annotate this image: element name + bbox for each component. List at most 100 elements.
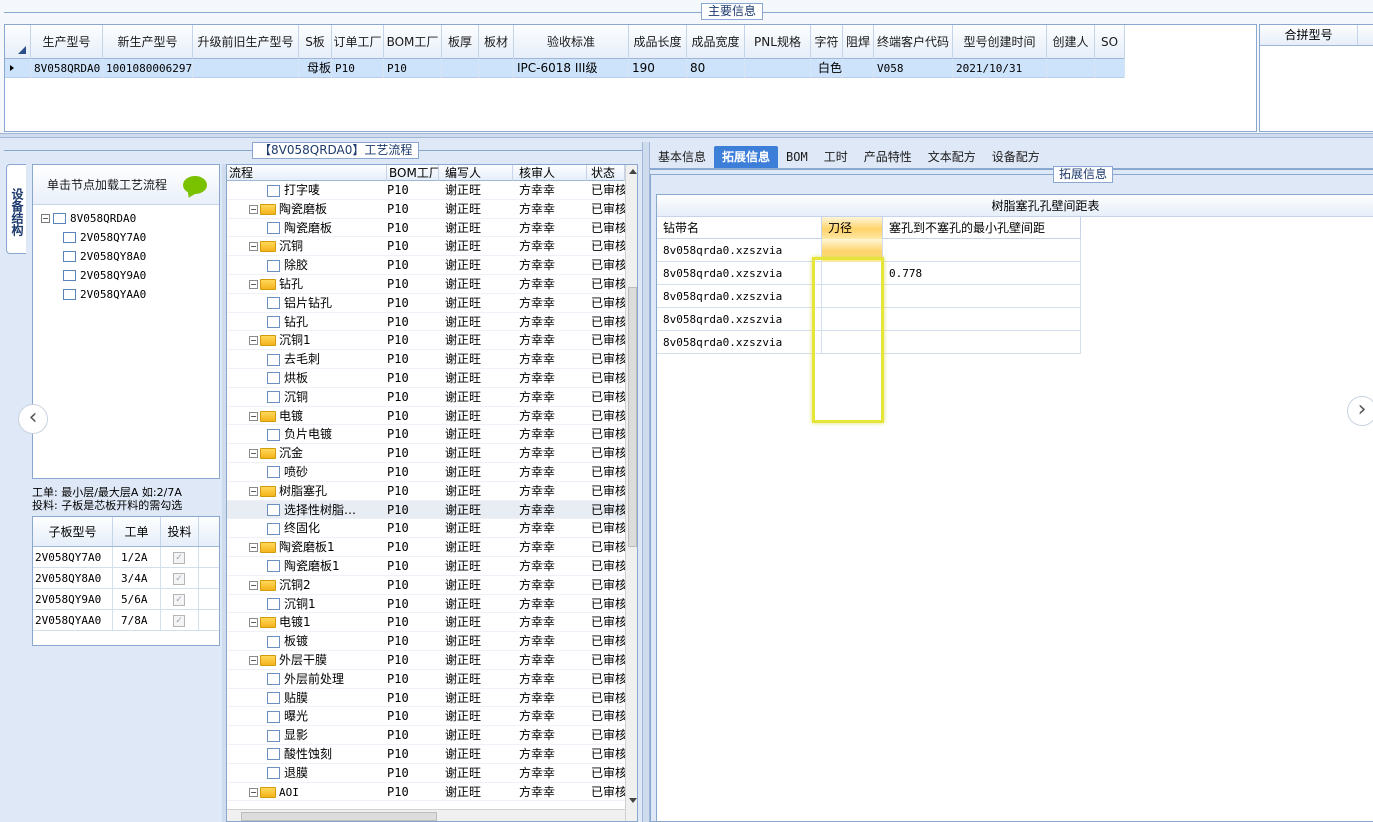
tab-2[interactable]: BOM xyxy=(778,146,816,168)
flow-step[interactable]: − AOI xyxy=(227,783,387,801)
min-spacing-cell[interactable]: 0.778 xyxy=(883,262,1081,285)
flow-step[interactable]: − 陶瓷磨板1 xyxy=(227,538,387,556)
flow-row[interactable]: − 电镀1 P10 谢正旺 方幸幸 已审核 xyxy=(227,613,625,633)
tab-0[interactable]: 基本信息 xyxy=(650,146,714,168)
column-header[interactable]: 阻焊 xyxy=(843,25,874,59)
table-cell[interactable] xyxy=(479,59,514,78)
column-header[interactable]: S板 xyxy=(299,25,332,59)
middle-splitter[interactable] xyxy=(642,142,650,822)
flow-row[interactable]: 烘板 P10 谢正旺 方幸幸 已审核 xyxy=(227,369,625,388)
collapse-icon[interactable]: − xyxy=(249,242,258,252)
flow-step[interactable]: − 钻孔 xyxy=(227,275,387,293)
sub-board-grid[interactable]: 子板型号 工单 投料 2V058QY7A0 1/2A ✓ 2V058QY8A0 3/4A… xyxy=(32,516,220,646)
flow-step[interactable]: 铝片钻孔 xyxy=(227,294,387,312)
flow-step[interactable]: − 树脂塞孔 xyxy=(227,482,387,500)
work-order[interactable]: 3/4A xyxy=(113,568,161,588)
flow-step[interactable]: 沉铜 xyxy=(227,388,387,406)
flow-row[interactable]: − 电镀 P10 谢正旺 方幸幸 已审核 xyxy=(227,407,625,426)
tree-node[interactable]: 2V058QY9A0 xyxy=(33,266,219,285)
flow-row[interactable]: 陶瓷磨板1 P10 谢正旺 方幸幸 已审核 xyxy=(227,557,625,576)
flow-row[interactable]: 陶瓷磨板 P10 谢正旺 方幸幸 已审核 xyxy=(227,219,625,238)
flow-row[interactable]: 贴膜 P10 谢正旺 方幸幸 已审核 xyxy=(227,689,625,708)
flow-row[interactable]: − 外层干膜 P10 谢正旺 方幸幸 已审核 xyxy=(227,651,625,670)
knife-diameter-cell[interactable] xyxy=(822,239,883,262)
drill-name-cell[interactable]: 8v058qrda0.xzszvia xyxy=(657,308,822,331)
flow-step[interactable]: 退膜 xyxy=(227,764,387,782)
flow-row[interactable]: − 陶瓷磨板1 P10 谢正旺 方幸幸 已审核 xyxy=(227,538,625,557)
flow-row[interactable]: 外层前处理 P10 谢正旺 方幸幸 已审核 xyxy=(227,670,625,689)
scroll-down-icon[interactable] xyxy=(629,798,637,803)
drill-name-cell[interactable]: 8v058qrda0.xzszvia xyxy=(657,331,822,354)
knife-diameter-cell[interactable] xyxy=(822,308,883,331)
side-tab-structure[interactable]: 设备结构 xyxy=(6,164,26,254)
column-header[interactable]: 生产型号 xyxy=(31,25,103,59)
flow-step[interactable]: − 沉铜 xyxy=(227,237,387,255)
work-order[interactable]: 5/6A xyxy=(113,589,161,609)
work-order[interactable]: 7/8A xyxy=(113,610,161,630)
scroll-up-icon[interactable] xyxy=(629,169,637,174)
table-cell[interactable] xyxy=(442,59,479,78)
collapse-icon[interactable]: − xyxy=(41,214,50,223)
collapse-icon[interactable]: − xyxy=(249,279,258,289)
flow-row[interactable]: − 沉铜2 P10 谢正旺 方幸幸 已审核 xyxy=(227,576,625,595)
flow-row[interactable]: 曝光 P10 谢正旺 方幸幸 已审核 xyxy=(227,707,625,727)
flow-step[interactable]: 酸性蚀刻 xyxy=(227,745,387,763)
min-spacing-cell[interactable] xyxy=(883,308,1081,331)
table-row[interactable]: 2V058QY7A0 1/2A ✓ xyxy=(33,547,219,568)
table-row[interactable]: 8V058QRDA0 10010800062971 母板 P10 P10 IPC-6018… xyxy=(5,59,1125,78)
feed-checkbox[interactable]: ✓ xyxy=(173,614,185,627)
column-header[interactable]: 板材 xyxy=(479,25,514,59)
flow-step[interactable]: − 陶瓷磨板 xyxy=(227,200,387,218)
main-info-grid[interactable]: 生产型号 新生产型号 升级前旧生产型号 S板 订单工厂 BOM工厂 板厚 板材 验收标准 成品长度… xyxy=(4,24,1257,132)
flow-row[interactable]: − 沉金 P10 谢正旺 方幸幸 已审核 xyxy=(227,444,625,463)
scrollbar-thumb[interactable] xyxy=(241,812,437,821)
tree-node[interactable]: 2V058QYAA0 xyxy=(33,285,219,304)
tree-node[interactable]: 2V058QY7A0 xyxy=(33,228,219,247)
table-cell[interactable]: 10010800062971 xyxy=(103,59,193,78)
table-cell[interactable]: IPC-6018 III级 xyxy=(514,59,629,78)
table-row[interactable]: 2V058QY8A0 3/4A ✓ xyxy=(33,568,219,589)
flow-step[interactable]: 陶瓷磨板 xyxy=(227,219,387,237)
min-spacing-cell[interactable] xyxy=(883,239,1081,262)
collapse-icon[interactable]: − xyxy=(249,580,258,590)
next-arrow-icon[interactable]: › xyxy=(1347,396,1373,426)
flow-row[interactable]: 沉铜1 P10 谢正旺 方幸幸 已审核 xyxy=(227,595,625,614)
flow-row[interactable]: − 沉铜1 P10 谢正旺 方幸幸 已审核 xyxy=(227,331,625,351)
table-cell[interactable] xyxy=(745,59,811,78)
tab-3[interactable]: 工时 xyxy=(816,146,856,168)
flow-row[interactable]: 沉铜 P10 谢正旺 方幸幸 已审核 xyxy=(227,388,625,407)
flow-step[interactable]: − 外层干膜 xyxy=(227,651,387,669)
column-header[interactable]: 字符 xyxy=(811,25,843,59)
table-cell[interactable]: 母板 xyxy=(299,59,332,78)
flow-row[interactable]: 板镀 P10 谢正旺 方幸幸 已审核 xyxy=(227,632,625,651)
flow-row[interactable]: − 树脂塞孔 P10 谢正旺 方幸幸 已审核 xyxy=(227,482,625,501)
knife-diameter-cell[interactable] xyxy=(822,331,883,354)
table-cell[interactable]: 2021/10/31 xyxy=(953,59,1047,78)
column-header[interactable]: PNL规格 xyxy=(745,25,811,59)
flow-step[interactable]: 负片电镀 xyxy=(227,425,387,443)
column-header[interactable]: 升级前旧生产型号 xyxy=(193,25,299,59)
flow-row[interactable]: 选择性树脂… P10 谢正旺 方幸幸 已审核 xyxy=(227,500,625,520)
column-header[interactable]: 成品宽度 xyxy=(687,25,745,59)
table-cell[interactable]: 8V058QRDA0 xyxy=(31,59,103,78)
column-header[interactable]: 型号创建时间 xyxy=(953,25,1047,59)
flow-row[interactable]: 负片电镀 P10 谢正旺 方幸幸 已审核 xyxy=(227,425,625,445)
flow-step[interactable]: 打字唛 xyxy=(227,181,387,199)
resin-plug-spacing-grid[interactable]: 树脂塞孔孔壁间距表 钻带名 刀径 塞孔到不塞孔的最小孔壁间距 8v058qrda… xyxy=(656,194,1373,822)
flow-row[interactable]: − 陶瓷磨板 P10 谢正旺 方幸幸 已审核 xyxy=(227,200,625,219)
flow-step[interactable]: 陶瓷磨板1 xyxy=(227,557,387,575)
process-flow-grid[interactable]: 流程 BOM工厂 编写人 核审人 状态 打字唛 P10 谢正旺 方幸幸 已审核 − 陶瓷磨板… xyxy=(226,164,638,822)
flow-row[interactable]: 去毛刺 P10 谢正旺 方幸幸 已审核 xyxy=(227,350,625,369)
flow-step[interactable]: 选择性树脂… xyxy=(227,501,387,519)
min-spacing-cell[interactable] xyxy=(883,331,1081,354)
table-row[interactable]: 8v058qrda0.xzszvia 0.778 xyxy=(657,262,1081,285)
column-header[interactable]: 板厚 xyxy=(442,25,479,59)
tab-6[interactable]: 设备配方 xyxy=(984,146,1048,168)
tab-4[interactable]: 产品特性 xyxy=(856,146,920,168)
flow-step[interactable]: 喷砂 xyxy=(227,463,387,481)
column-header[interactable]: 创建人 xyxy=(1047,25,1095,59)
flow-step[interactable]: − 电镀1 xyxy=(227,613,387,631)
table-row[interactable]: 2V058QYAA0 7/8A ✓ xyxy=(33,610,219,631)
flow-step[interactable]: 贴膜 xyxy=(227,689,387,707)
work-order[interactable]: 1/2A xyxy=(113,547,161,567)
